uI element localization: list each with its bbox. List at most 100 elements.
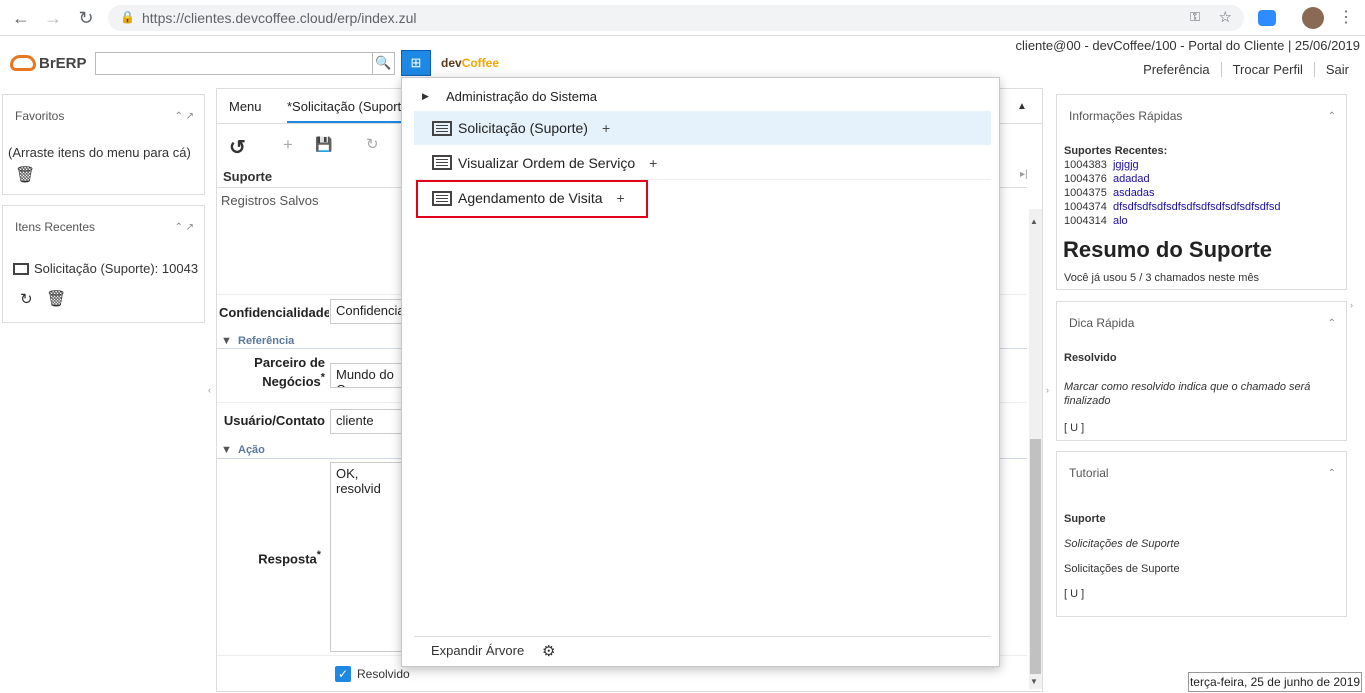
browser-toolbar: ← → ↻ 🔒 https://clientes.devcoffee.cloud… bbox=[0, 0, 1365, 36]
support-row[interactable]: 1004314 alo bbox=[1064, 214, 1280, 228]
menu-item-label: Solicitação (Suporte) bbox=[458, 120, 588, 136]
favorites-hint: (Arraste itens do menu para cá) bbox=[8, 145, 191, 160]
scroll-thumb[interactable] bbox=[1030, 439, 1041, 674]
expand-tree-label[interactable]: Expandir Árvore bbox=[431, 643, 524, 658]
menu-item-label: Visualizar Ordem de Serviço bbox=[458, 154, 636, 171]
forward-icon[interactable]: → bbox=[42, 7, 64, 29]
devcoffee-logo: devCoffee bbox=[441, 56, 500, 70]
search-input[interactable]: 🔍 bbox=[95, 52, 395, 75]
tip-head: Resolvido bbox=[1064, 352, 1117, 364]
highlight-box bbox=[416, 180, 648, 218]
expand-caret-icon[interactable]: ▶ bbox=[422, 91, 429, 102]
quick-info-panel: Informações Rápidas ⌃ Suportes Recentes:… bbox=[1056, 94, 1347, 290]
sitemap-icon: ⊞ bbox=[410, 55, 422, 70]
user-info: cliente@00 - devCoffee/100 - Portal do C… bbox=[1015, 38, 1360, 53]
quick-tip-panel: Dica Rápida ⌃ Resolvido Marcar como reso… bbox=[1056, 301, 1347, 441]
avatar[interactable] bbox=[1302, 7, 1324, 29]
extension-icon[interactable] bbox=[1258, 10, 1276, 26]
collapse-icon[interactable]: ⌃ bbox=[1328, 318, 1336, 329]
collapse-icon[interactable]: ⌃ bbox=[1328, 111, 1336, 122]
kebab-menu-icon[interactable]: ⋮ bbox=[1338, 7, 1354, 27]
star-icon[interactable]: ☆ bbox=[1219, 8, 1232, 26]
search-icon[interactable]: 🔍 bbox=[372, 53, 394, 74]
support-row[interactable]: 1004375 asdadas bbox=[1064, 186, 1280, 200]
menu-item-ordem-servico[interactable]: Visualizar Ordem de Serviço + bbox=[414, 146, 991, 180]
menu-tree-button[interactable]: ⊞ bbox=[401, 50, 431, 76]
user-field[interactable]: cliente bbox=[330, 409, 410, 434]
change-role-link[interactable]: Trocar Perfil bbox=[1220, 62, 1314, 77]
key-icon[interactable]: ⚿ bbox=[1190, 9, 1200, 25]
scroll-up-icon[interactable]: ▲ bbox=[1030, 217, 1038, 226]
brerp-logo[interactable]: BrERP bbox=[10, 50, 87, 76]
response-textarea[interactable]: OK, resolvid bbox=[330, 462, 410, 652]
tutorial-code: [ U ] bbox=[1064, 588, 1085, 600]
tab-list-icon[interactable]: ▲ bbox=[1017, 101, 1027, 112]
resolved-checkbox[interactable]: ✓ bbox=[335, 666, 351, 682]
window-title: Suporte bbox=[223, 169, 273, 184]
conf-label: Confidencialidade bbox=[219, 305, 329, 320]
add-favorite-icon[interactable]: + bbox=[649, 155, 657, 171]
window-icon bbox=[432, 120, 452, 136]
logo-text: BrERP bbox=[39, 54, 87, 72]
undo-icon[interactable]: ↺ bbox=[229, 135, 246, 160]
lock-icon: 🔒 bbox=[120, 10, 135, 24]
trash-icon[interactable]: 🗑 bbox=[46, 289, 66, 309]
tip-code: [ U ] bbox=[1064, 422, 1085, 434]
trash-icon[interactable]: 🗑 bbox=[15, 165, 35, 185]
url-text: https://clientes.devcoffee.cloud/erp/ind… bbox=[142, 10, 417, 26]
section-title: Referência bbox=[238, 335, 295, 347]
panel-title: Favoritos bbox=[15, 109, 65, 123]
recent-supports-title: Suportes Recentes: bbox=[1064, 145, 1168, 157]
resolved-label: Resolvido bbox=[357, 667, 410, 681]
recent-supports-list: 1004383 jgjgjg 1004376 adadad 1004375 as… bbox=[1064, 158, 1280, 228]
preferences-link[interactable]: Preferência bbox=[1132, 62, 1220, 77]
panel-title: Itens Recentes bbox=[15, 220, 96, 234]
scrollbar[interactable]: ▲ ▼ bbox=[1029, 209, 1042, 689]
save-icon[interactable]: 💾 bbox=[315, 136, 332, 153]
response-label: Resposta* bbox=[258, 549, 321, 567]
panel-title: Informações Rápidas bbox=[1069, 109, 1183, 123]
splitter-far-right[interactable]: › bbox=[1350, 300, 1353, 310]
support-row[interactable]: 1004376 adadad bbox=[1064, 172, 1280, 186]
collapse-icon[interactable]: ⌃ bbox=[1328, 468, 1336, 479]
conf-select[interactable]: Confidencia bbox=[330, 299, 410, 324]
recent-item-label: Solicitação (Suporte): 10043 bbox=[34, 261, 199, 276]
tab-menu[interactable]: Menu bbox=[229, 89, 262, 123]
new-icon[interactable]: + bbox=[283, 135, 293, 155]
section-acao[interactable]: ▼ Ação bbox=[221, 444, 265, 456]
tutorial-plain: Solicitações de Suporte bbox=[1064, 563, 1180, 575]
summary-heading: Resumo do Suporte bbox=[1063, 237, 1273, 262]
collapse-icon[interactable]: ⌃ ↗ bbox=[174, 222, 194, 233]
menu-tree-popup: ▶ Administração do Sistema Solicitação (… bbox=[401, 77, 1000, 667]
support-row[interactable]: 1004374 dfsdfsdfsdfsdfsdfsdfsdfsdfsdfsdf… bbox=[1064, 200, 1280, 214]
add-favorite-icon[interactable]: + bbox=[602, 120, 610, 136]
reload-icon[interactable]: ↻ bbox=[75, 7, 97, 29]
status-date: terça-feira, 25 de junho de 2019 bbox=[1188, 672, 1362, 692]
menu-root[interactable]: Administração do Sistema bbox=[446, 89, 597, 104]
splitter-right[interactable]: › bbox=[1046, 385, 1049, 395]
partner-field[interactable]: Mundo do C bbox=[330, 363, 410, 388]
splitter-left[interactable]: ‹ bbox=[208, 385, 211, 395]
cloud-icon bbox=[10, 55, 36, 71]
usage-text: Você já usou 5 / 3 chamados neste mês bbox=[1064, 272, 1260, 284]
tutorial-italic: Solicitações de Suporte bbox=[1064, 538, 1180, 550]
support-row[interactable]: 1004383 jgjgjg bbox=[1064, 158, 1280, 172]
scroll-down-icon[interactable]: ▼ bbox=[1030, 677, 1038, 686]
user-label: Usuário/Contato bbox=[223, 413, 325, 428]
address-bar[interactable]: 🔒 https://clientes.devcoffee.cloud/erp/i… bbox=[108, 5, 1244, 31]
section-referencia[interactable]: ▼ Referência bbox=[221, 335, 294, 347]
tutorial-head: Suporte bbox=[1064, 513, 1106, 525]
last-record-icon[interactable]: ▸| bbox=[1020, 169, 1028, 180]
collapse-icon[interactable]: ⌃ ↗ bbox=[174, 111, 194, 122]
back-icon[interactable]: ← bbox=[10, 7, 32, 29]
gears-icon[interactable]: ⚙ bbox=[542, 642, 555, 660]
window-icon bbox=[432, 155, 452, 170]
menu-item-solicitacao[interactable]: Solicitação (Suporte) + bbox=[414, 111, 991, 145]
panel-title: Tutorial bbox=[1069, 466, 1109, 480]
logout-link[interactable]: Sair bbox=[1313, 62, 1360, 77]
refresh-icon[interactable]: ↻ bbox=[20, 290, 33, 308]
refresh-icon[interactable]: ↻ bbox=[366, 135, 379, 153]
tab-solicitacao[interactable]: *Solicitação (Suporte bbox=[287, 89, 407, 123]
favorites-panel: Favoritos ⌃ ↗ (Arraste itens do menu par… bbox=[2, 94, 205, 195]
recent-item[interactable]: Solicitação (Suporte): 10043 bbox=[13, 261, 203, 276]
